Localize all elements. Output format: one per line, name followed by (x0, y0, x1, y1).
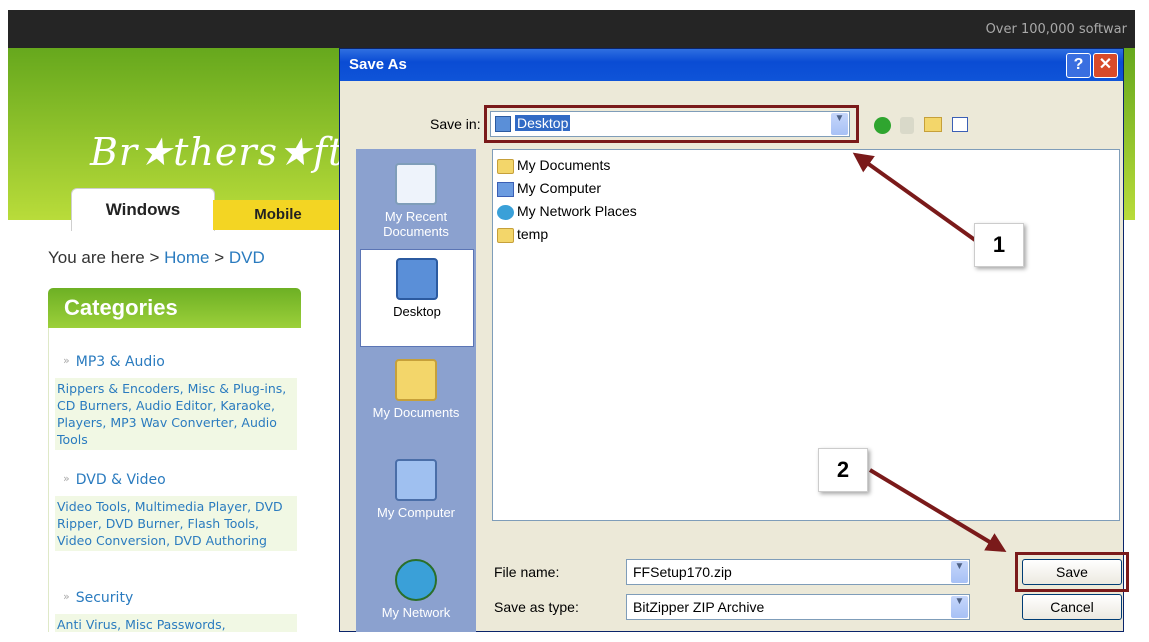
arrow-to-save-button (868, 468, 1007, 553)
callout-number: 2 (818, 448, 868, 492)
arrow-to-save-in (852, 152, 977, 242)
annotation-arrows (852, 152, 1007, 553)
screenshot-frame: Over 100,000 softwar Br★thers★ft Windows… (8, 10, 1135, 632)
callout-number: 1 (974, 223, 1024, 267)
